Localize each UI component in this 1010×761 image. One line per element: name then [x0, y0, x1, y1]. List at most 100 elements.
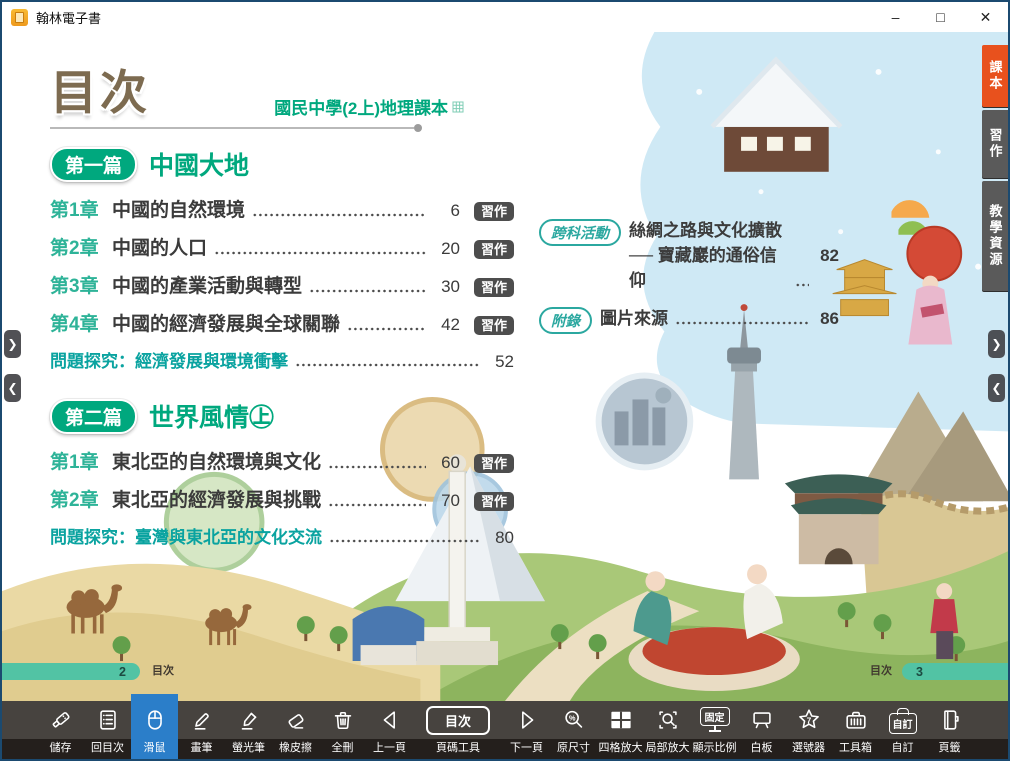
explore-page-number: 52 [484, 352, 514, 372]
workbook-badge-button[interactable]: 習作 [474, 316, 514, 335]
explore-title: 臺灣與東北亞的文化交流 [135, 523, 322, 548]
extra-line: ── 寶藏巖的通俗信仰82 [629, 243, 839, 293]
explore-row[interactable]: 問題探究：臺灣與東北亞的文化交流80 [50, 523, 514, 548]
toc-extra-row[interactable]: 附錄圖片來源86 [539, 306, 839, 334]
page-number-right: 3 [916, 665, 923, 679]
chapter-page-number: 60 [430, 453, 460, 473]
toolbox-icon [832, 701, 879, 739]
tool-page-tabs[interactable]: 頁籤 [926, 701, 973, 759]
chapter-number: 第1章 [50, 447, 112, 474]
whiteboard-icon [738, 701, 785, 739]
tool-label: 白板 [751, 739, 773, 759]
quad-grid-icon [597, 701, 644, 739]
side-tab-textbook[interactable]: 課本 [982, 45, 1008, 107]
tool-eraser[interactable]: 橡皮擦 [272, 701, 319, 759]
tool-prev-page[interactable]: 上一頁 [366, 701, 413, 759]
tool-label: 儲存 [50, 739, 72, 759]
workbook-badge-button[interactable]: 習作 [474, 492, 514, 511]
tool-highlighter[interactable]: 螢光筆 [225, 701, 272, 759]
toc-extra-row[interactable]: 跨科活動絲綢之路與文化擴散── 寶藏巖的通俗信仰82 [539, 218, 839, 293]
page-button: 目次 [413, 701, 503, 739]
close-button[interactable]: ✕ [963, 2, 1008, 32]
side-tab-workbook[interactable]: 習作 [982, 110, 1008, 178]
page-label-right: 目次 [870, 663, 892, 680]
tool-display-ratio[interactable]: 固定顯示比例 [691, 701, 738, 759]
workbook-badge-button[interactable]: 習作 [474, 202, 514, 221]
tool-back-to-toc[interactable]: 回目次 [84, 701, 131, 759]
book-glyph-icon [15, 12, 24, 23]
chapter-number: 第1章 [50, 195, 112, 222]
toc-chapter-row[interactable]: 第3章中國的產業活動與轉型30習作 [50, 271, 514, 298]
explore-prefix: 問題探究： [50, 347, 135, 372]
toc-header: 目次 國民中學(2上)地理課本 [50, 54, 514, 123]
tool-label: 顯示比例 [693, 739, 737, 759]
tool-page-tool[interactable]: 目次頁碼工具 [413, 701, 503, 759]
page-label-left: 目次 [152, 663, 174, 680]
toc-chapter-row[interactable]: 第1章東北亞的自然環境與文化60習作 [50, 447, 514, 474]
tool-whiteboard[interactable]: 白板 [738, 701, 785, 759]
dot-leader [795, 283, 809, 287]
chapter-page-number: 70 [430, 491, 460, 511]
case-text-icon: 自訂 [879, 701, 926, 739]
dot-leader [328, 503, 426, 507]
window-controls: – □ ✕ [873, 2, 1008, 32]
side-tab-resources[interactable]: 教學資源 [982, 181, 1008, 291]
dot-leader [328, 465, 426, 469]
extra-text: ── 寶藏巖的通俗信仰 [629, 243, 788, 293]
tool-partial-zoom[interactable]: 局部放大 [644, 701, 691, 759]
extra-lines: 圖片來源86 [600, 306, 839, 331]
minimize-button[interactable]: – [873, 2, 918, 32]
book-subtitle: 國民中學(2上)地理課本 [274, 94, 448, 119]
dot-leader [329, 539, 480, 543]
tool-mouse[interactable]: 滑鼠 [131, 694, 178, 759]
prev-triangle-icon [366, 701, 413, 739]
tool-label: 原尺寸 [557, 739, 590, 759]
workbook-badge-button[interactable]: 習作 [474, 240, 514, 259]
tool-label: 頁籤 [939, 739, 961, 759]
workbook-badge-button[interactable]: 習作 [474, 454, 514, 473]
right-edge-back-arrow[interactable]: ❮ [988, 374, 1005, 402]
tool-label: 全刪 [332, 739, 354, 759]
left-edge-forward-arrow[interactable]: ❯ [4, 330, 21, 358]
tool-toolbox[interactable]: 工具箱 [832, 701, 879, 759]
zoom-area-icon [644, 701, 691, 739]
extra-text: 絲綢之路與文化擴散 [629, 218, 782, 243]
app-icon [11, 9, 28, 26]
next-triangle-icon [503, 701, 550, 739]
tool-number-picker[interactable]: 7選號器 [785, 701, 832, 759]
page-number-pill-left: 2 [2, 663, 140, 680]
toc-chapter-row[interactable]: 第1章中國的自然環境6習作 [50, 195, 514, 222]
explore-page-number: 80 [484, 528, 514, 548]
tool-delete-all[interactable]: 全刪 [319, 701, 366, 759]
tool-original-size[interactable]: %原尺寸 [550, 701, 597, 759]
maximize-button[interactable]: □ [918, 2, 963, 32]
chapter-title: 中國的產業活動與轉型 [112, 271, 302, 298]
tool-quad-zoom[interactable]: 四格放大 [597, 701, 644, 759]
zoom-percent-icon: % [550, 701, 597, 739]
tool-custom[interactable]: 自訂自訂 [879, 701, 926, 759]
toc-chapter-row[interactable]: 第2章中國的人口20習作 [50, 233, 514, 260]
toolbar: 儲存回目次滑鼠畫筆螢光筆橡皮擦全刪上一頁目次頁碼工具下一頁%原尺寸四格放大局部放… [2, 701, 1008, 759]
toc-chapter-row[interactable]: 第4章中國的經濟發展與全球關聯42習作 [50, 309, 514, 336]
side-tabs: 課本習作教學資源 [982, 45, 1008, 291]
page-tool-value[interactable]: 目次 [426, 706, 490, 735]
section-badge: 第二篇 [50, 399, 137, 434]
tool-save[interactable]: 儲存 [37, 701, 84, 759]
title-divider [50, 127, 414, 129]
dot-leader [295, 363, 480, 367]
chapter-page-number: 42 [430, 315, 460, 335]
right-edge-forward-arrow[interactable]: ❯ [988, 330, 1005, 358]
explore-row[interactable]: 問題探究：經濟發展與環境衝擊52 [50, 347, 514, 372]
extra-page-number: 86 [813, 306, 839, 331]
tool-next-page[interactable]: 下一頁 [503, 701, 550, 759]
extra-line: 絲綢之路與文化擴散 [629, 218, 839, 243]
workbook-badge-button[interactable]: 習作 [474, 278, 514, 297]
tool-pen[interactable]: 畫筆 [178, 701, 225, 759]
usb-drive-icon [37, 701, 84, 739]
extra-badge: 附錄 [539, 307, 592, 334]
toc-chapter-row[interactable]: 第2章東北亞的經濟發展與挑戰70習作 [50, 485, 514, 512]
page-number-left: 2 [119, 665, 126, 679]
left-edge-back-arrow[interactable]: ❮ [4, 374, 21, 402]
highlighter-icon [225, 701, 272, 739]
section-title: 中國大地 [149, 146, 249, 182]
